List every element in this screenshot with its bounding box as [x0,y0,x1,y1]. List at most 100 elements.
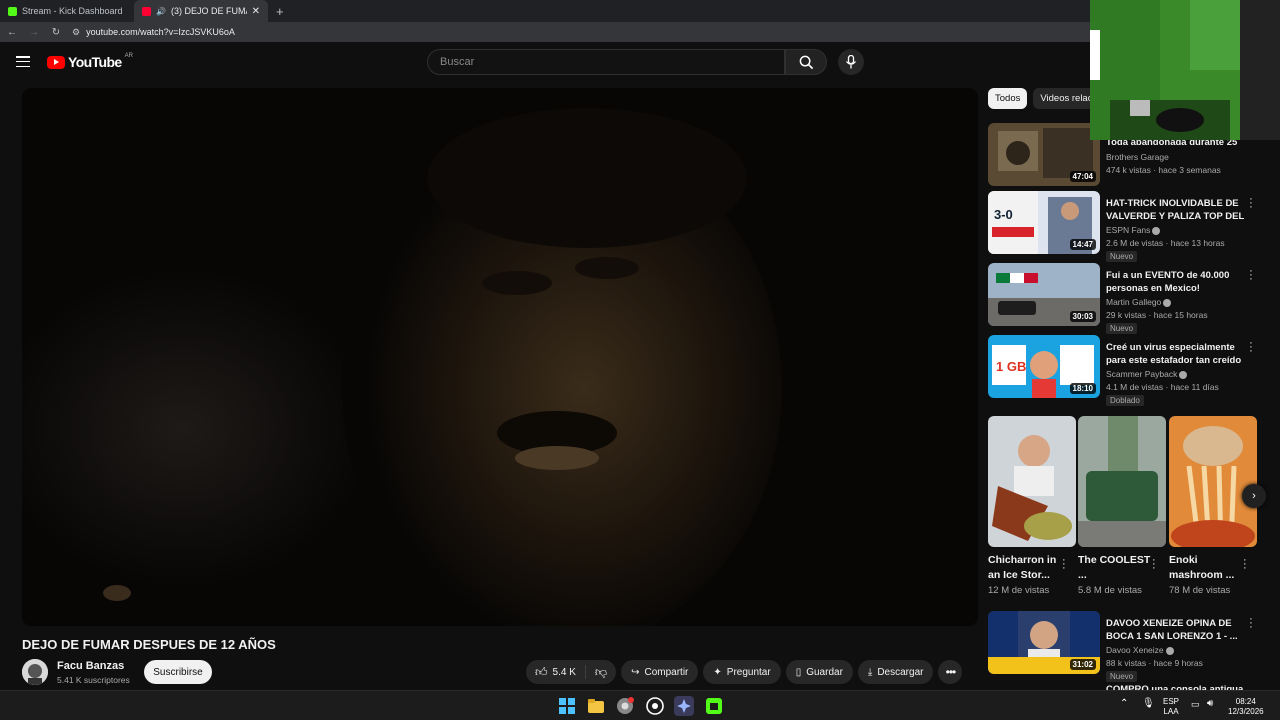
duration-badge: 18:10 [1069,383,1096,394]
lang-bottom: LAA [1163,707,1179,716]
svg-text:3-0: 3-0 [994,207,1013,222]
site-info-icon[interactable]: ⚙ [72,27,80,38]
video-thumbnail[interactable]: 31:02 [988,611,1100,674]
like-dislike-group: 👍︎ 5.4 K 👎︎ [526,660,617,684]
duration-badge: 31:02 [1069,659,1096,670]
ask-button[interactable]: ✦ Preguntar [703,660,781,684]
lang-top: ESP [1163,697,1180,706]
url-text: youtube.com/watch?v=IzcJSVKU6oA [86,27,235,37]
short-views: 5.8 M de vistas [1078,585,1142,596]
kick-icon [8,6,17,16]
file-explorer-icon[interactable] [586,696,606,716]
channel-name[interactable]: Facu Banzas [57,660,124,672]
app-icon[interactable] [674,696,694,716]
reload-icon[interactable]: ↻ [50,27,62,38]
verified-icon [1163,298,1172,307]
chevron-right-icon: › [1252,490,1256,502]
clock-time: 08:24 [1235,697,1256,706]
short-image [1169,416,1257,547]
speaker-icon: 🔊 [156,6,166,16]
video-thumbnail[interactable]: 1 GB 18:10 [988,335,1100,398]
youtube-play-icon [47,55,65,69]
shorts-shelf: Chicharron in an Ice Stor... 12 M de vis… [988,416,1268,601]
video-thumbnail[interactable]: 30:03 [988,263,1100,326]
channel-avatar[interactable] [22,659,48,685]
more-options-icon[interactable]: · · · [1152,555,1156,574]
thumbs-up-icon: 👍︎ [535,664,548,679]
share-button[interactable]: ↪ Compartir [621,660,699,684]
download-button[interactable]: ⤓ Descargar [857,660,934,684]
like-button[interactable]: 👍︎ 5.4 K [526,660,585,684]
new-badge: Nuevo [1106,671,1138,682]
recommendation-item[interactable]: 30:03 Fui a un EVENTO de 40.000 personas… [988,263,1268,334]
new-tab-button[interactable]: + [268,4,292,19]
share-icon: ↪ [631,666,640,678]
browser-tab-youtube[interactable]: 🔊 (3) DEJO DE FUMAR DESPUES DE 12 AÑOS ✕ [134,0,268,22]
recommendation-item[interactable]: 1 GB 18:10 Creé un virus especialmente p… [988,335,1268,406]
rec-channel: Scammer Payback [1106,369,1188,379]
short-thumbnail[interactable] [988,416,1076,547]
video-player[interactable] [22,88,978,626]
windows-start-icon[interactable] [557,696,577,716]
mic-tray-icon[interactable]: 🎙︎ [1142,699,1155,709]
video-title: DEJO DE FUMAR DESPUES DE 12 AÑOS [22,637,276,652]
chrome-icon[interactable] [615,696,635,716]
more-options-icon[interactable]: · · · [1248,194,1254,213]
browser-tab-kick[interactable]: Stream - Kick Dashboard [0,0,134,22]
short-item[interactable]: Chicharron in an Ice Stor... 12 M de vis… [988,416,1076,596]
microphone-icon [845,55,857,69]
search-input[interactable]: Buscar [427,49,785,75]
duration-badge: 30:03 [1069,311,1096,322]
video-thumbnail[interactable]: 47:04 [988,123,1100,186]
clock[interactable]: 08:24 12/3/2026 [1228,697,1264,717]
more-options-icon[interactable]: · · · [1243,555,1247,574]
short-title: Chicharron in an Ice Stor... [988,554,1057,581]
search-button[interactable] [785,49,827,75]
more-icon: ••• [945,665,957,679]
rec-views: 29 k vistas · hace 15 horas [1106,310,1208,320]
more-options-icon[interactable]: · · · [1248,338,1254,357]
kick-taskbar-icon[interactable] [704,696,724,716]
recommendation-item[interactable]: 31:02 DAVOO XENEIZE OPINA DE BOCA 1 SAN … [988,611,1268,682]
rec-title: Fui a un EVENTO de 40.000 personas en Me… [1106,270,1230,294]
video-frame [22,88,978,626]
back-icon[interactable]: ← [6,27,18,38]
short-title: The COOLEST ... [1078,554,1151,581]
rec-channel: Martin Gallego [1106,297,1172,307]
voice-search-button[interactable] [838,49,864,75]
short-item[interactable]: The COOLEST ... 5.8 M de vistas · · · [1078,416,1166,596]
shorts-next-button[interactable]: › [1242,484,1266,508]
subscribe-button[interactable]: Suscribirse [144,660,212,684]
rec-channel: ESPN Fans [1106,225,1161,235]
avatar-image [22,659,48,685]
youtube-logo[interactable]: YouTube AR [47,53,133,70]
obs-icon[interactable] [645,696,665,716]
volume-icon[interactable]: 🔊︎ [1207,699,1213,709]
forward-icon[interactable]: → [28,27,40,38]
recommendation-item[interactable]: 3-0 14:47 HAT-TRICK INOLVIDABLE DE VALVE… [988,191,1268,262]
language-indicator[interactable]: ESP LAA [1163,697,1179,717]
more-options-icon[interactable]: · · · [1248,614,1254,633]
tab-label: (3) DEJO DE FUMAR DESPUES DE 12 AÑOS [170,6,247,16]
menu-icon[interactable] [16,56,30,68]
short-thumbnail[interactable] [1169,416,1257,547]
url-field[interactable]: ⚙ youtube.com/watch?v=IzcJSVKU6oA [72,27,235,38]
rec-views: 2.6 M de vistas · hace 13 horas [1106,238,1225,248]
close-tab-icon[interactable]: ✕ [252,6,260,17]
short-item[interactable]: Enoki mashroom ... 78 M de vistas · · · [1169,416,1257,596]
tray-chevron-icon[interactable]: ⌃ [1120,699,1128,709]
taskbar: ⌃ 🎙︎ ESP LAA ▭ 🔊︎ 08:24 12/3/2026 [0,690,1280,720]
network-icon[interactable]: ▭ [1191,699,1200,709]
video-thumbnail[interactable]: 3-0 14:47 [988,191,1100,254]
more-options-icon[interactable]: · · · [1248,266,1254,285]
save-button[interactable]: ▯ Guardar [785,660,853,684]
dislike-button[interactable]: 👎︎ [586,660,616,684]
short-title: Enoki mashroom ... [1169,554,1235,581]
verified-icon [1152,226,1161,235]
more-actions-button[interactable]: ••• [938,660,963,684]
svg-text:1 GB: 1 GB [996,359,1026,374]
chip-todos[interactable]: Todos [988,88,1028,109]
rec-views: 88 k vistas · hace 9 horas [1106,658,1203,668]
more-options-icon[interactable]: · · · [1062,555,1066,574]
short-thumbnail[interactable] [1078,416,1166,547]
